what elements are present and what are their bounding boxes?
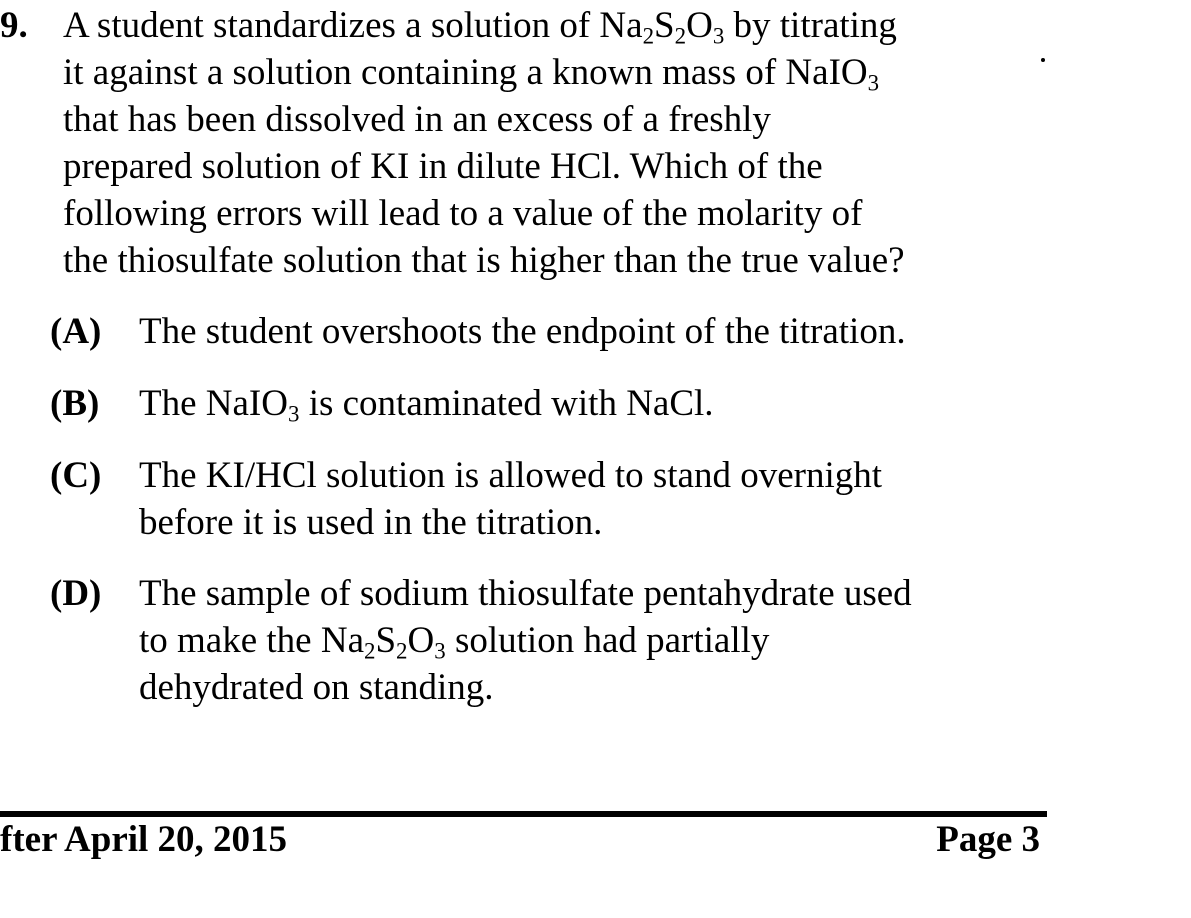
subscript: 3 xyxy=(287,401,300,427)
choice-letter: (A) xyxy=(50,311,102,352)
choice-line: The student overshoots the endpoint of t… xyxy=(139,311,906,352)
choice-line: dehydrated on standing. xyxy=(139,667,494,708)
choice-text: The student overshoots the endpoint of t… xyxy=(139,308,1039,355)
subscript: 2 xyxy=(364,638,376,664)
page-number: Page 3 xyxy=(936,819,1040,860)
subscript: 2 xyxy=(396,638,408,664)
choice-text: The sample of sodium thiosulfate pentahy… xyxy=(139,570,1039,711)
stem-line: following errors will lead to a value of… xyxy=(63,193,863,234)
choice-letter: (B) xyxy=(50,383,100,424)
choice-text: The KI/HCl solution is allowed to stand … xyxy=(139,452,1039,546)
choice-line: The KI/HCl solution is allowed to stand … xyxy=(139,455,882,496)
choice-line: The sample of sodium thiosulfate pentahy… xyxy=(139,573,912,614)
stem-line: it against a solution containing a known… xyxy=(63,52,880,96)
choice-line: before it is used in the titration. xyxy=(139,502,603,543)
question-number: 9. xyxy=(0,5,28,46)
footer-date: fter April 20, 2015 xyxy=(0,819,288,860)
subscript: 3 xyxy=(434,638,446,664)
exam-page: 9. A student standardizes a solution of … xyxy=(0,0,1191,918)
choice-letter: (C) xyxy=(50,455,102,496)
subscript: 3 xyxy=(712,23,725,49)
choice-line: to make the Na2S2O3 solution had partial… xyxy=(139,620,770,664)
stem-line: that has been dissolved in an excess of … xyxy=(63,99,771,140)
stem-line: prepared solution of KI in dilute HCl. W… xyxy=(63,146,823,187)
choice-letter: (D) xyxy=(50,573,102,614)
subscript: 2 xyxy=(674,23,687,49)
choice-text: The NaIO3 is contaminated with NaCl. xyxy=(139,380,1039,427)
stem-line: the thiosulfate solution that is higher … xyxy=(63,240,905,281)
question-stem: A student standardizes a solution of Na2… xyxy=(63,2,1023,284)
choice-line: The NaIO3 is contaminated with NaCl. xyxy=(139,383,714,427)
subscript: 2 xyxy=(642,23,655,49)
subscript: 3 xyxy=(867,70,880,96)
stray-dot-mark xyxy=(1041,58,1045,62)
stem-line: A student standardizes a solution of Na2… xyxy=(63,5,897,49)
